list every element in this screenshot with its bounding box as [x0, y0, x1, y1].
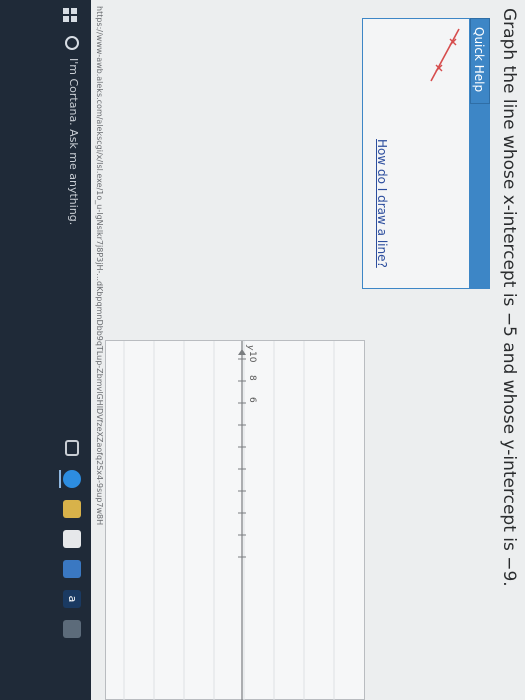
- quick-help-panel: How do I draw a line?: [362, 18, 470, 289]
- edge-icon[interactable]: [63, 470, 81, 488]
- quick-help-tab[interactable]: Quick Help: [470, 18, 490, 104]
- question-text: Graph the line whose x-intercept is −5 a…: [499, 8, 519, 587]
- how-to-draw-line-link[interactable]: How do I draw a line?: [375, 139, 389, 268]
- photos-icon[interactable]: [63, 620, 81, 638]
- task-view-icon[interactable]: [65, 440, 79, 456]
- y-tick-label: 10: [247, 351, 257, 363]
- y-tick-label: 8: [247, 375, 257, 381]
- file-explorer-icon[interactable]: [63, 500, 81, 518]
- y-axis-symbol: y: [245, 344, 255, 351]
- quick-help-header-bar: [470, 104, 490, 289]
- store-icon[interactable]: [63, 530, 81, 548]
- line-with-points-icon: [430, 28, 460, 82]
- edge-active-indicator: [59, 470, 61, 488]
- windows-start-icon[interactable]: [63, 8, 77, 22]
- windows-taskbar: I'm Cortana. Ask me anything. a: [0, 0, 91, 700]
- y-tick-label: 6: [247, 397, 257, 403]
- mail-icon[interactable]: [63, 560, 81, 578]
- cortana-icon[interactable]: [65, 36, 79, 50]
- status-url: https://www-awb.aleks.com/alekscgi/x/Isl…: [95, 6, 104, 526]
- cortana-search-box[interactable]: I'm Cortana. Ask me anything.: [67, 58, 80, 225]
- amazon-icon[interactable]: a: [63, 590, 81, 608]
- coordinate-grid[interactable]: y 10 8 6: [104, 341, 364, 700]
- graph-panel[interactable]: y 10 8 6: [105, 340, 365, 700]
- screen-content: Graph the line whose x-intercept is −5 a…: [0, 0, 525, 700]
